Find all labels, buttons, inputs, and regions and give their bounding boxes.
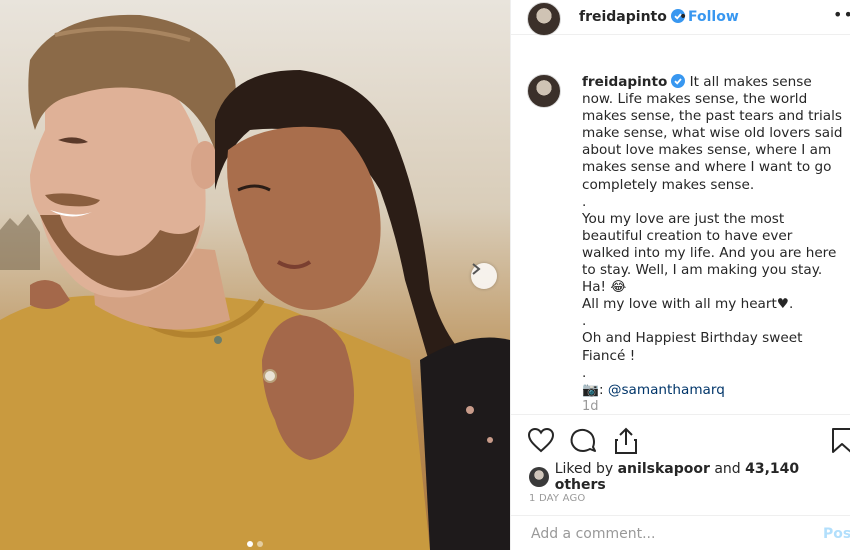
like-button[interactable] — [527, 427, 555, 457]
save-button[interactable] — [831, 427, 850, 459]
post-comment-button[interactable]: Post — [823, 526, 850, 542]
liked-by-and: and — [709, 461, 746, 477]
header-username-text[interactable]: freidapinto — [579, 9, 667, 25]
post-side-panel: freidapinto • Follow ••• freidapinto It … — [510, 0, 850, 550]
photo-illustration — [0, 14, 510, 550]
post-photo[interactable] — [0, 0, 510, 550]
caption-avatar[interactable] — [527, 74, 561, 108]
share-icon — [615, 427, 637, 454]
liker-avatar[interactable] — [529, 467, 549, 487]
avatar[interactable] — [527, 2, 561, 36]
caption-age: 1d — [582, 399, 599, 414]
post-actions: Liked by anilskapoor and 43,140 others 1… — [511, 414, 850, 543]
caption-text: It all makes sense now. Life makes sense… — [582, 74, 843, 381]
heart-icon — [527, 427, 555, 453]
follow-button[interactable]: Follow — [688, 9, 739, 25]
camera-icon: 📷 — [582, 381, 599, 398]
more-options-icon[interactable]: ••• — [833, 5, 850, 24]
share-button[interactable] — [612, 427, 640, 459]
verified-badge-icon — [671, 74, 686, 88]
comment-input[interactable] — [529, 525, 793, 543]
comments-area: freidapinto It all makes sense now. Life… — [511, 62, 850, 414]
carousel-dot — [257, 541, 263, 547]
bookmark-icon — [832, 428, 850, 453]
chevron-right-icon — [472, 263, 481, 275]
mention-link[interactable]: @samanthamarq — [608, 382, 725, 398]
liker-username[interactable]: anilskapoor — [618, 461, 710, 477]
header-username[interactable]: freidapinto — [579, 9, 685, 25]
comment-button[interactable] — [569, 427, 597, 459]
comment-icon — [570, 428, 596, 452]
liked-by-text: Liked by anilskapoor and 43,140 others — [555, 461, 850, 493]
carousel-dot-active — [247, 541, 253, 547]
caption: freidapinto It all makes sense now. Life… — [582, 74, 844, 399]
caption-username[interactable]: freidapinto — [582, 74, 667, 90]
post-timestamp: 1 DAY AGO — [529, 493, 586, 504]
add-comment-bar: Post — [511, 515, 850, 552]
credit-separator: : — [598, 381, 608, 398]
liked-by-prefix: Liked by — [554, 461, 618, 477]
post-header: freidapinto • Follow ••• — [511, 0, 850, 36]
next-photo-button[interactable] — [471, 263, 497, 289]
carousel-dots — [0, 541, 510, 547]
liked-by: Liked by anilskapoor and 43,140 others — [529, 461, 850, 493]
separator-dot: • — [679, 9, 688, 25]
